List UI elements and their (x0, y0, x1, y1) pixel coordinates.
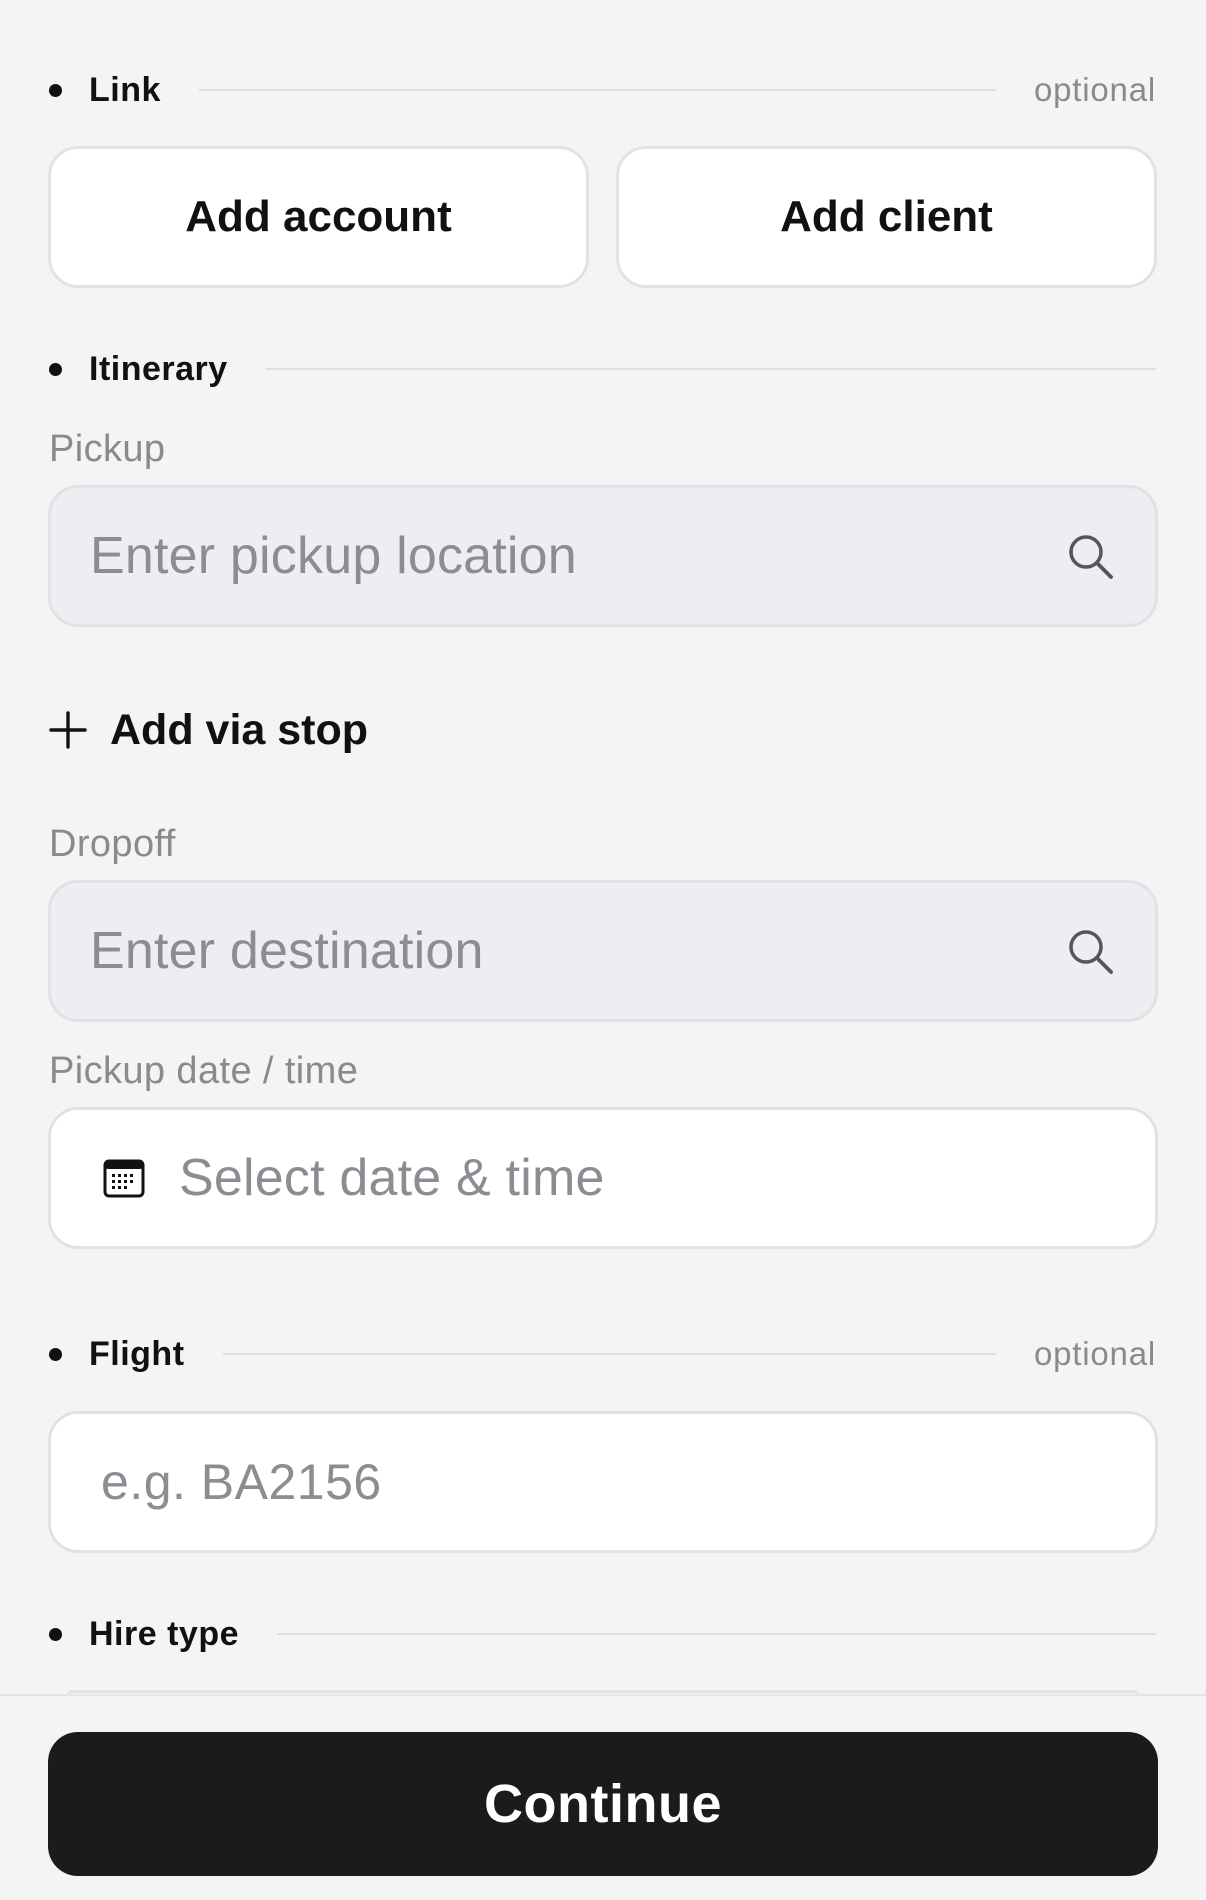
bullet-dot (49, 1627, 62, 1641)
link-section-title: Link (89, 70, 161, 109)
flight-section-header: Flight optional (48, 1334, 1156, 1374)
flight-section-title: Flight (89, 1334, 185, 1373)
add-via-stop-button[interactable]: Add via stop (49, 700, 368, 760)
pickup-datetime-label: Pickup date / time (49, 1050, 359, 1092)
pickup-placeholder: Enter pickup location (90, 527, 577, 585)
continue-button[interactable]: Continue (48, 1732, 1158, 1876)
section-divider (222, 1353, 996, 1355)
bullet-dot (49, 1347, 62, 1361)
bullet-dot (49, 83, 62, 97)
optional-label: optional (1034, 71, 1156, 108)
pickup-location-input[interactable]: Enter pickup location (48, 485, 1158, 627)
dropoff-label: Dropoff (49, 823, 176, 865)
booking-form: Link optional Add account Add client Iti… (0, 0, 1206, 1900)
add-account-button[interactable]: Add account (48, 146, 589, 288)
hire-type-section-title: Hire type (89, 1614, 239, 1653)
optional-label: optional (1034, 1335, 1156, 1372)
hire-type-section-header: Hire type (48, 1614, 1156, 1654)
search-icon[interactable] (1065, 926, 1115, 976)
add-client-button[interactable]: Add client (616, 146, 1157, 288)
calendar-icon (103, 1159, 145, 1198)
itinerary-section-header: Itinerary (48, 349, 1156, 389)
link-section-header: Link optional (48, 70, 1156, 110)
itinerary-section-title: Itinerary (89, 349, 228, 388)
plus-icon (49, 711, 87, 749)
section-divider (277, 1633, 1156, 1635)
section-divider (265, 368, 1156, 370)
flight-number-input[interactable]: e.g. BA2156 (48, 1411, 1158, 1553)
dropoff-placeholder: Enter destination (90, 922, 484, 980)
pickup-datetime-picker[interactable]: Select date & time (48, 1107, 1158, 1249)
section-divider (198, 89, 996, 91)
bullet-dot (49, 362, 62, 376)
datetime-placeholder: Select date & time (179, 1149, 605, 1207)
search-icon[interactable] (1065, 531, 1115, 581)
add-via-stop-label: Add via stop (110, 705, 369, 754)
dropoff-destination-input[interactable]: Enter destination (48, 880, 1158, 1022)
pickup-label: Pickup (49, 428, 166, 470)
footer-bar: Continue (0, 1694, 1206, 1900)
flight-placeholder: e.g. BA2156 (101, 1454, 382, 1510)
